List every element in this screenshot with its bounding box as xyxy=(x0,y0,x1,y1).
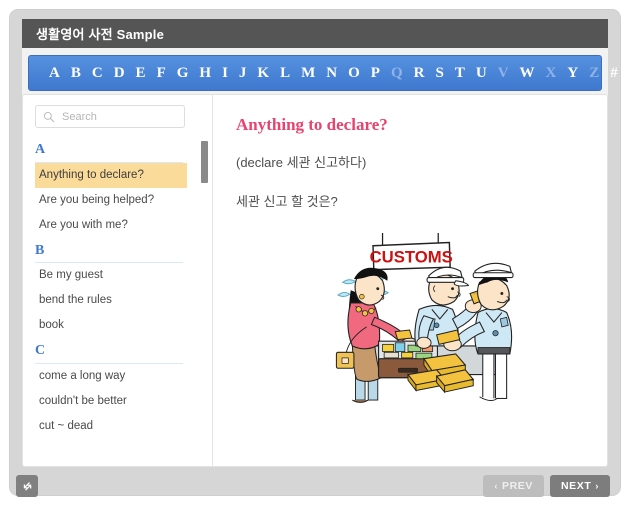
alpha-letter-r[interactable]: R xyxy=(414,65,425,81)
entry-list-item[interactable]: cut ~ dead xyxy=(35,414,187,439)
entry-list-item[interactable]: couldn't be better xyxy=(35,389,187,414)
chevron-right-icon: › xyxy=(595,481,599,491)
alpha-letter-p[interactable]: P xyxy=(371,65,380,81)
title-bar: 생활영어 사전 Sample xyxy=(22,19,608,48)
alpha-letter-f[interactable]: F xyxy=(157,65,166,81)
entry-list[interactable]: A Anything to declare? Are you being helpe… xyxy=(23,137,212,466)
resize-diagonal-icon[interactable] xyxy=(16,475,38,497)
alpha-letter-i[interactable]: I xyxy=(222,65,228,81)
prev-button[interactable]: ‹ PREV xyxy=(483,475,544,497)
entry-list-item[interactable]: book xyxy=(35,313,187,338)
entry-list-item[interactable]: Anything to declare? xyxy=(35,162,187,188)
letter-header-a: A xyxy=(35,137,183,163)
alpha-letter-hash[interactable]: # xyxy=(610,65,618,81)
entry-list-item[interactable]: come a long way xyxy=(35,364,187,389)
alpha-letter-s[interactable]: S xyxy=(435,65,443,81)
search-input[interactable] xyxy=(60,109,170,124)
entry-list-item[interactable]: Are you with me? xyxy=(35,213,187,238)
alpha-letter-u[interactable]: U xyxy=(476,65,487,81)
pager-controls: ‹ PREV NEXT › xyxy=(483,475,610,497)
next-button-label: NEXT xyxy=(560,480,592,492)
search-row xyxy=(23,95,212,132)
customs-sign-text: CUSTOMS xyxy=(370,247,453,266)
alpha-letter-g[interactable]: G xyxy=(177,65,189,81)
sidebar: AAnything to declare?Are you being helpe… xyxy=(23,95,213,466)
entry-translation: 세관 신고 할 것은? xyxy=(236,193,338,209)
alpha-letter-j[interactable]: J xyxy=(239,65,247,81)
app-window: 생활영어 사전 Sample ABCDEFGHIJKLMNOPQRSTUVWXY… xyxy=(10,10,620,497)
window-title: 생활영어 사전 Sample xyxy=(36,27,165,42)
alpha-letter-d[interactable]: D xyxy=(114,65,125,81)
search-box[interactable] xyxy=(35,105,185,128)
alpha-letter-v: V xyxy=(497,64,509,81)
next-button[interactable]: NEXT › xyxy=(549,475,610,497)
alpha-letter-b[interactable]: B xyxy=(71,65,81,81)
alpha-letter-n[interactable]: N xyxy=(326,65,337,81)
alpha-letter-x: X xyxy=(545,64,557,81)
content-card: AAnything to declare?Are you being helpe… xyxy=(22,94,608,467)
customs-inspection-illustration: CUSTOMS xyxy=(288,232,591,413)
sidebar-scrollbar-track[interactable] xyxy=(201,141,208,461)
letter-header-c: C xyxy=(35,338,183,364)
alpha-letter-t[interactable]: T xyxy=(455,65,465,81)
alpha-letter-a[interactable]: A xyxy=(49,65,60,81)
search-icon xyxy=(43,111,55,123)
alpha-letter-q: Q xyxy=(390,64,403,81)
alphabet-nav-area: A B C D E F G H I J K L M N O P Q R S T U V W X Y Z # xyxy=(22,48,618,98)
alpha-letter-w[interactable]: W xyxy=(520,65,535,81)
alpha-letter-k[interactable]: K xyxy=(257,65,269,81)
alpha-letter-h[interactable]: H xyxy=(199,65,211,81)
bottom-bar: ‹ PREV NEXT › xyxy=(10,467,620,497)
alpha-letter-e[interactable]: E xyxy=(136,65,146,81)
alphabet-nav: A B C D E F G H I J K L M N O P Q R S T U V W X Y Z # xyxy=(28,55,618,91)
letter-header-b: B xyxy=(35,238,183,263)
entry-list-item[interactable]: Be my guest xyxy=(35,263,187,288)
entry-list-item[interactable]: bend the rules xyxy=(35,288,187,313)
alpha-letter-l[interactable]: L xyxy=(280,65,290,81)
entry-list-item[interactable]: Are you being helped? xyxy=(35,188,187,213)
alpha-letter-o[interactable]: O xyxy=(348,65,360,81)
alpha-letter-y[interactable]: Y xyxy=(567,65,578,81)
chevron-left-icon: ‹ xyxy=(494,481,498,491)
alpha-letter-c[interactable]: C xyxy=(92,65,103,81)
prev-button-label: PREV xyxy=(501,480,533,492)
entry-title: Anything to declare? xyxy=(236,115,388,134)
main-content: Anything to declare? (declare 세관 신고하다) 세… xyxy=(214,95,607,466)
alpha-letter-z: Z xyxy=(589,64,600,81)
entry-gloss: (declare 세관 신고하다) xyxy=(236,155,367,170)
sidebar-scrollbar-thumb[interactable] xyxy=(201,141,208,183)
alpha-letter-m[interactable]: M xyxy=(301,65,315,81)
